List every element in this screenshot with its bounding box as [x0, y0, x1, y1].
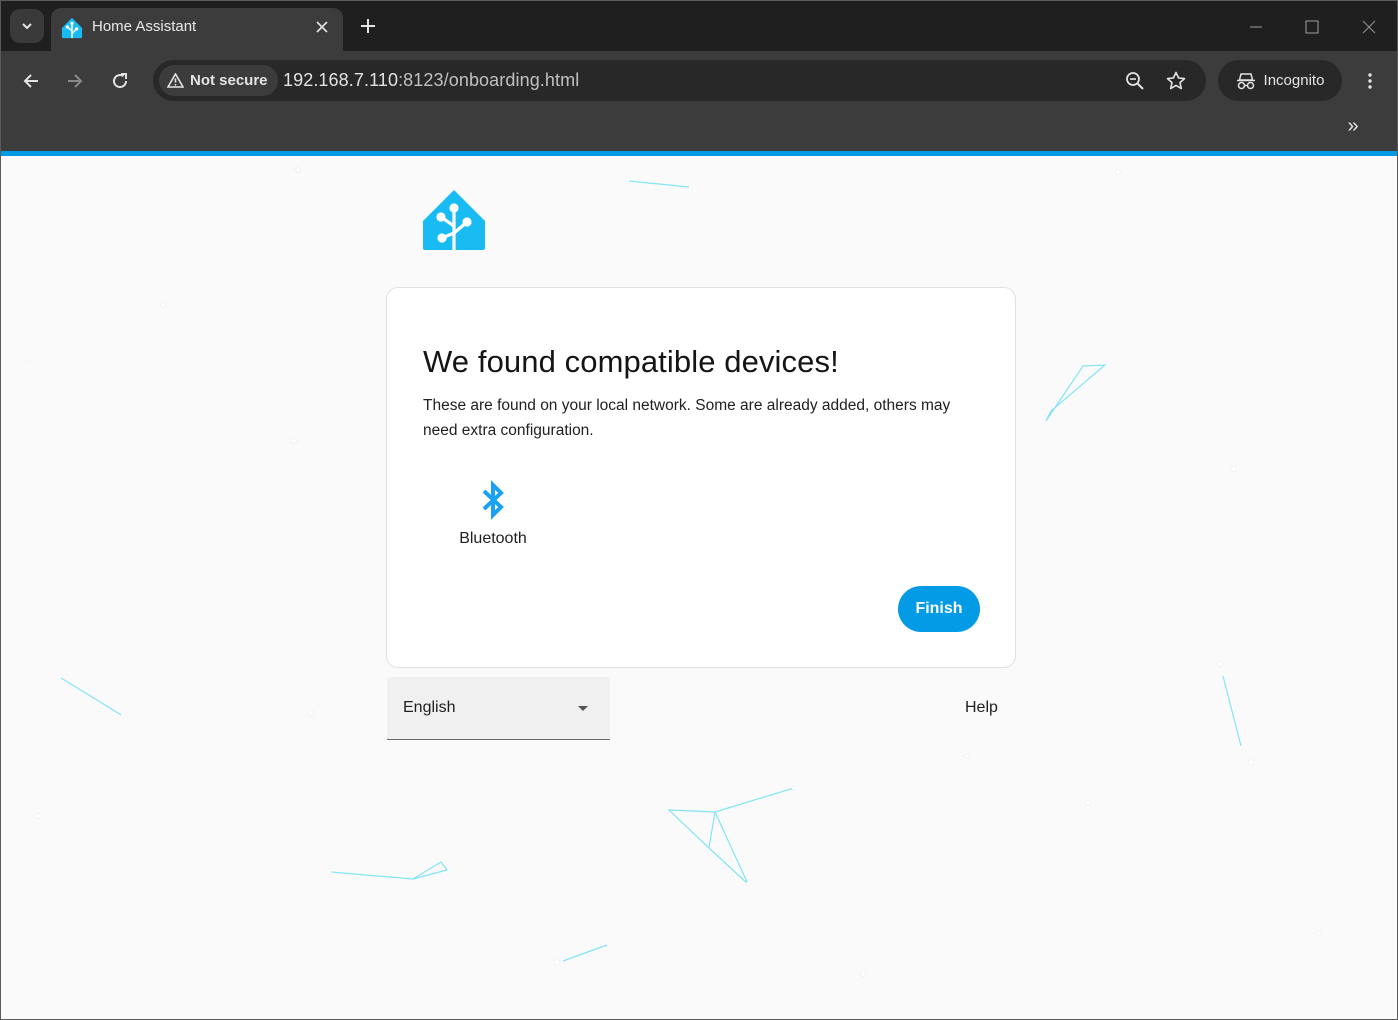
url-host: 192.168.7.110: [283, 70, 399, 90]
onboarding-page: We found compatible devices! These are f…: [1, 156, 1397, 1019]
minimize-button[interactable]: [1243, 14, 1269, 40]
incognito-chip[interactable]: Incognito: [1218, 60, 1342, 101]
dropdown-arrow-icon: [578, 706, 588, 711]
home-assistant-logo-icon: [423, 190, 485, 252]
url-text[interactable]: 192.168.7.110:8123/onboarding.html: [283, 70, 579, 91]
back-button[interactable]: [16, 66, 46, 96]
card-description: These are found on your local network. S…: [423, 397, 951, 439]
minimize-icon: [1250, 26, 1262, 28]
chevron-down-icon: [22, 23, 32, 30]
incognito-label: Incognito: [1263, 72, 1325, 89]
security-indicator[interactable]: Not secure: [159, 65, 278, 96]
home-assistant-favicon-icon: [61, 17, 83, 39]
maximize-button[interactable]: [1299, 14, 1325, 40]
browser-toolbar: Not secure 192.168.7.110:8123/onboarding…: [1, 51, 1397, 151]
close-icon: [1362, 20, 1376, 34]
arrow-left-icon: [23, 74, 38, 88]
reload-button[interactable]: [105, 66, 135, 96]
onboarding-card: We found compatible devices! These are f…: [386, 287, 1016, 668]
forward-button[interactable]: [60, 66, 90, 96]
security-label: Not secure: [190, 72, 268, 89]
zoom-out-icon: [1126, 72, 1144, 90]
incognito-icon: [1236, 72, 1255, 89]
tab-strip: Home Assistant: [1, 1, 1397, 51]
language-value: English: [403, 699, 456, 716]
integration-bluetooth[interactable]: Bluetooth: [443, 478, 543, 558]
browser-menu-button[interactable]: [1356, 66, 1384, 96]
warning-icon: [167, 73, 184, 88]
bookmark-button[interactable]: [1163, 68, 1189, 94]
tab-active[interactable]: Home Assistant: [51, 8, 343, 51]
reload-icon: [113, 73, 128, 89]
bookmarks-overflow-icon[interactable]: »: [1339, 113, 1367, 139]
tab-title: Home Assistant: [92, 18, 197, 35]
help-link[interactable]: Help: [965, 699, 998, 717]
close-window-button[interactable]: [1356, 14, 1382, 40]
finish-button[interactable]: Finish: [898, 586, 980, 632]
bluetooth-icon: [482, 480, 504, 520]
tab-close-icon[interactable]: [311, 16, 333, 38]
address-bar[interactable]: Not secure 192.168.7.110:8123/onboarding…: [153, 60, 1206, 101]
integration-name: Bluetooth: [459, 530, 527, 547]
language-select[interactable]: English: [387, 677, 610, 740]
zoom-button[interactable]: [1122, 68, 1148, 94]
page-title: We found compatible devices!: [423, 344, 839, 379]
browser-window: Home Assistant Not secure 192.168.7.110:…: [0, 0, 1398, 1020]
url-path: :8123/onboarding.html: [398, 70, 580, 90]
arrow-right-icon: [68, 74, 83, 88]
new-tab-button[interactable]: [355, 13, 381, 39]
maximize-icon: [1305, 20, 1319, 34]
star-icon: [1166, 71, 1186, 90]
plus-icon: [361, 19, 375, 33]
tab-search-button[interactable]: [10, 9, 44, 43]
more-vert-icon: [1368, 73, 1372, 89]
